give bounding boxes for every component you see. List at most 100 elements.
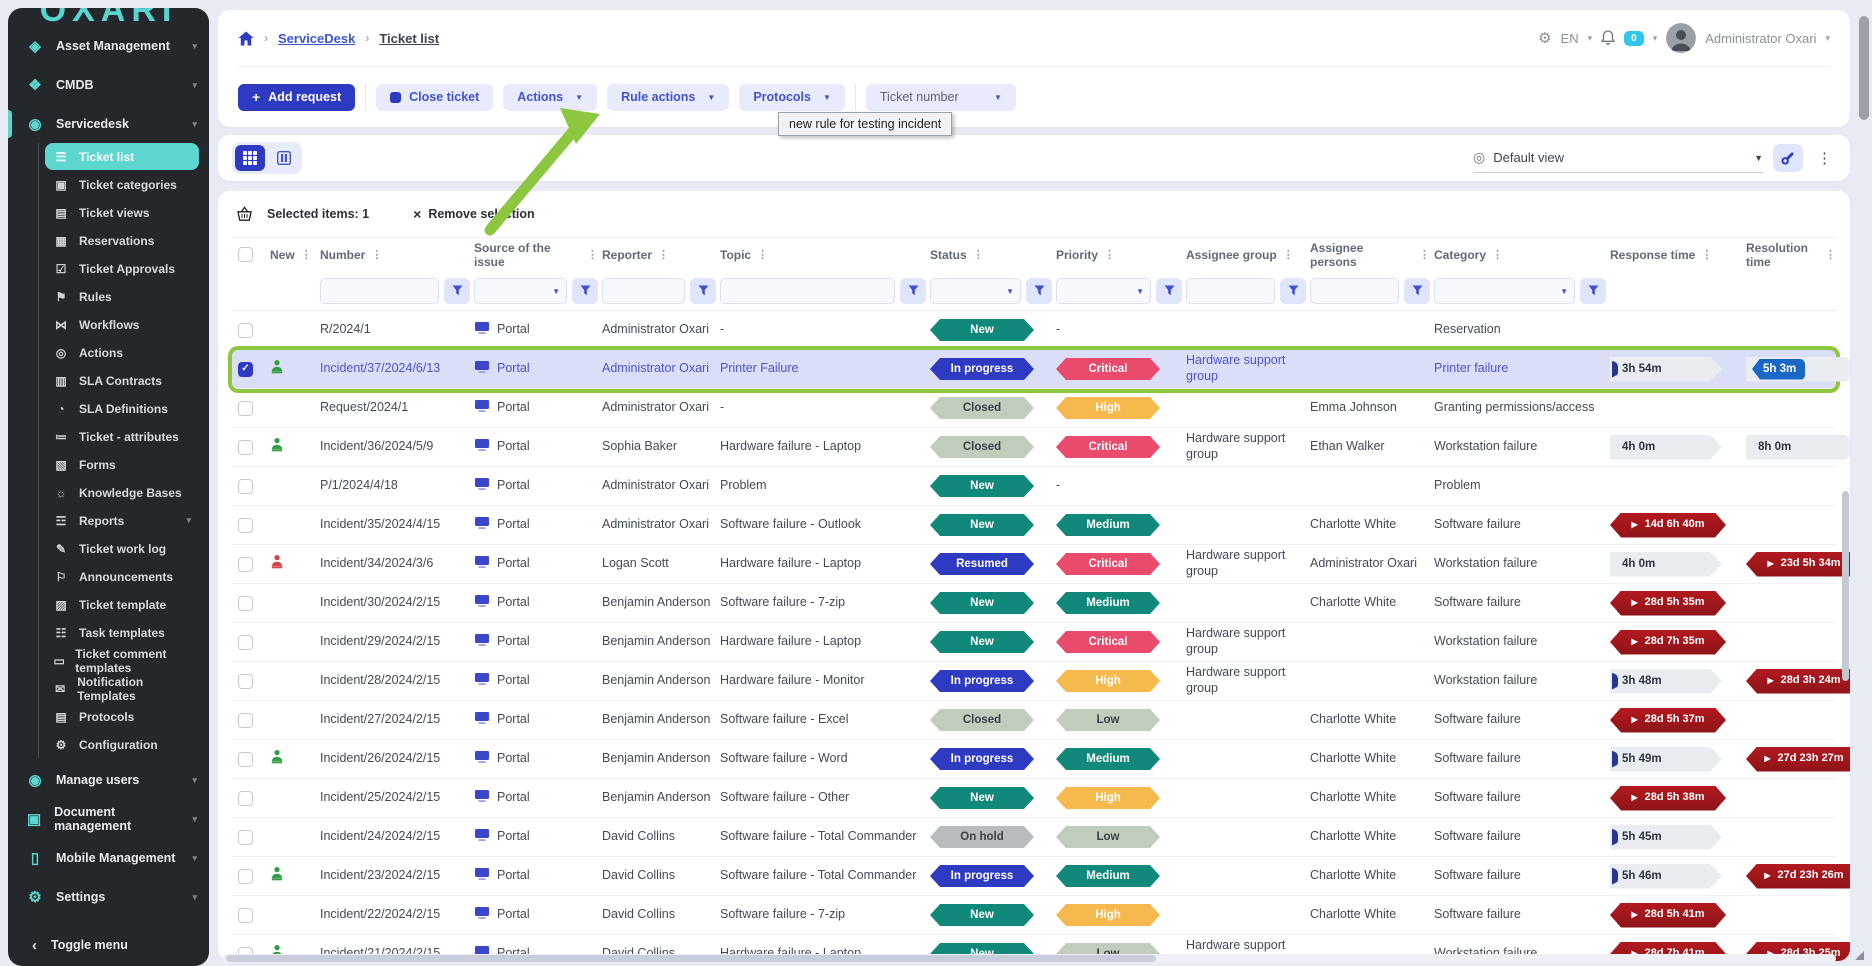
sidebar-item-notification-templates[interactable]: ✉Notification Templates	[45, 675, 199, 702]
row-checkbox[interactable]	[238, 440, 253, 455]
table-row[interactable]: R/2024/1PortalAdministrator Oxari-New-Re…	[232, 311, 1836, 350]
filter-input-reporter[interactable]	[602, 278, 685, 304]
sidebar-item-task-templates[interactable]: ☷Task templates	[45, 619, 199, 646]
row-checkbox[interactable]	[238, 752, 253, 767]
column-menu-icon[interactable]: ⋮	[1492, 248, 1503, 261]
sidebar-item-reports[interactable]: ☲Reports▾	[45, 507, 199, 534]
sidebar-item-forms[interactable]: ▧Forms	[45, 451, 199, 478]
sidebar-item-settings[interactable]: ⚙Settings▾	[8, 880, 209, 914]
sidebar-item-ticket-views[interactable]: ▤Ticket views	[45, 199, 199, 226]
table-row[interactable]: Incident/35/2024/4/15PortalAdministrator…	[232, 506, 1836, 545]
column-header-priority[interactable]: Priority⋮	[1056, 248, 1182, 262]
table-row[interactable]: Incident/28/2024/2/15PortalBenjamin Ande…	[232, 662, 1836, 701]
filter-funnel-button-topic[interactable]	[900, 278, 926, 304]
sidebar-item-ticket-template[interactable]: ▨Ticket template	[45, 591, 199, 618]
column-header-resolution-time[interactable]: Resolution time⋮	[1746, 241, 1836, 269]
table-row[interactable]: Request/2024/1PortalAdministrator Oxari-…	[232, 389, 1836, 428]
bell-icon[interactable]	[1601, 30, 1615, 46]
breadcrumb-ticket-list[interactable]: Ticket list	[379, 31, 439, 46]
sidebar-item-configuration[interactable]: ⚙Configuration	[45, 731, 199, 758]
column-header-assignee-group[interactable]: Assignee group⋮	[1186, 248, 1306, 262]
user-menu[interactable]: Administrator Oxari	[1705, 31, 1816, 46]
filter-funnel-button-reporter[interactable]	[690, 278, 716, 304]
row-checkbox[interactable]	[238, 908, 253, 923]
horizontal-scrollbar[interactable]	[222, 954, 1836, 963]
sidebar-item-workflows[interactable]: ⋈Workflows	[45, 311, 199, 338]
row-checkbox[interactable]	[238, 674, 253, 689]
column-menu-icon[interactable]: ⋮	[757, 248, 768, 261]
row-checkbox[interactable]	[238, 830, 253, 845]
sidebar-item-cmdb[interactable]: ❖CMDB▾	[8, 68, 209, 102]
sidebar-item-actions[interactable]: ◎Actions	[45, 339, 199, 366]
table-row[interactable]: Incident/26/2024/2/15PortalBenjamin Ande…	[232, 740, 1836, 779]
toggle-menu-button[interactable]: ‹ Toggle menu	[8, 928, 209, 962]
sidebar-item-ticket-approvals[interactable]: ☑Ticket Approvals	[45, 255, 199, 282]
settings-gear-icon[interactable]: ⚙	[1538, 29, 1551, 47]
filter-select-priority[interactable]: ▼	[1056, 278, 1151, 304]
column-menu-icon[interactable]: ⋮	[371, 248, 382, 261]
column-header-number[interactable]: Number⋮	[320, 248, 470, 262]
sidebar-item-sla-contracts[interactable]: ▥SLA Contracts	[45, 367, 199, 394]
rule-actions-dropdown-item[interactable]: new rule for testing incident	[778, 112, 952, 136]
row-checkbox[interactable]	[238, 713, 253, 728]
column-menu-icon[interactable]: ⋮	[587, 248, 598, 261]
row-checkbox[interactable]	[238, 869, 253, 884]
column-menu-icon[interactable]: ⋮	[973, 248, 984, 261]
row-checkbox[interactable]	[238, 401, 253, 416]
sidebar-item-reservations[interactable]: ▦Reservations	[45, 227, 199, 254]
sidebar-item-sla-definitions[interactable]: ◔SLA Definitions	[45, 395, 199, 422]
filter-funnel-button-number[interactable]	[444, 278, 470, 304]
table-row[interactable]: Incident/30/2024/2/15PortalBenjamin Ande…	[232, 584, 1836, 623]
rule-actions-dropdown-button[interactable]: Rule actions▼	[607, 84, 729, 111]
table-row[interactable]: Incident/36/2024/5/9PortalSophia BakerHa…	[232, 428, 1836, 467]
wrench-button[interactable]	[1773, 144, 1803, 172]
sidebar-item-asset-management[interactable]: ◈Asset Management▾	[8, 29, 209, 63]
breadcrumb-servicedesk[interactable]: ServiceDesk	[278, 31, 355, 46]
column-header-new[interactable]: New⋮	[270, 248, 316, 262]
column-menu-icon[interactable]: ⋮	[1701, 248, 1712, 261]
table-row[interactable]: Incident/34/2024/3/6PortalLogan ScottHar…	[232, 545, 1836, 584]
avatar[interactable]	[1666, 23, 1696, 53]
column-header-topic[interactable]: Topic⋮	[720, 248, 926, 262]
kanban-view-button[interactable]	[269, 145, 299, 171]
row-checkbox[interactable]	[238, 323, 253, 338]
table-row[interactable]: Incident/27/2024/2/15PortalBenjamin Ande…	[232, 701, 1836, 740]
row-checkbox[interactable]: ✓	[238, 362, 253, 377]
filter-select-category[interactable]: ▼	[1434, 278, 1575, 304]
filter-input-number[interactable]	[320, 278, 439, 304]
sidebar-item-ticket-comment-templates[interactable]: ▭Ticket comment templates	[45, 647, 199, 674]
kebab-menu-button[interactable]: ⋮	[1813, 149, 1836, 167]
filter-input-topic[interactable]	[720, 278, 895, 304]
column-header-assignee-persons[interactable]: Assignee persons⋮	[1310, 241, 1430, 269]
column-header-status[interactable]: Status⋮	[930, 248, 1052, 262]
column-menu-icon[interactable]: ⋮	[1283, 248, 1294, 261]
sidebar-item-manage-users[interactable]: ◉Manage users▾	[8, 763, 209, 797]
sidebar-item-rules[interactable]: ⚑Rules	[45, 283, 199, 310]
select-all-checkbox[interactable]	[238, 247, 253, 262]
filter-select-source-of-the-issue[interactable]: ▼	[474, 278, 567, 304]
table-row[interactable]: Incident/29/2024/2/15PortalBenjamin Ande…	[232, 623, 1836, 662]
column-header-reporter[interactable]: Reporter⋮	[602, 248, 716, 262]
table-row[interactable]: ✓Incident/37/2024/6/13PortalAdministrato…	[232, 350, 1836, 389]
sidebar-item-servicedesk[interactable]: ◉Servicedesk▾	[8, 107, 209, 141]
table-row[interactable]: Incident/25/2024/2/15PortalBenjamin Ande…	[232, 779, 1836, 818]
filter-funnel-button-assignee-group[interactable]	[1280, 278, 1306, 304]
table-scrollbar-thumb[interactable]	[1842, 491, 1849, 681]
table-row[interactable]: Incident/23/2024/2/15PortalDavid Collins…	[232, 857, 1836, 896]
row-checkbox[interactable]	[238, 479, 253, 494]
table-row[interactable]: Incident/24/2024/2/15PortalDavid Collins…	[232, 818, 1836, 857]
sidebar-item-ticket-attributes[interactable]: ≔Ticket - attributes	[45, 423, 199, 450]
filter-funnel-button-category[interactable]	[1580, 278, 1606, 304]
column-header-category[interactable]: Category⋮	[1434, 248, 1606, 262]
notification-count-badge[interactable]: 0	[1624, 31, 1644, 46]
column-header-response-time[interactable]: Response time⋮	[1610, 248, 1742, 262]
close-ticket-button[interactable]: Close ticket	[376, 84, 493, 111]
column-menu-icon[interactable]: ⋮	[1419, 248, 1430, 261]
sidebar-item-ticket-work-log[interactable]: ✎Ticket work log	[45, 535, 199, 562]
sidebar-item-announcements[interactable]: ⚐Announcements	[45, 563, 199, 590]
filter-funnel-button-priority[interactable]	[1156, 278, 1182, 304]
language-selector[interactable]: EN	[1561, 31, 1579, 46]
actions-dropdown-button[interactable]: Actions▼	[503, 84, 597, 111]
page-scrollbar-thumb[interactable]	[1859, 16, 1869, 120]
sidebar-item-ticket-categories[interactable]: ▣Ticket categories	[45, 171, 199, 198]
